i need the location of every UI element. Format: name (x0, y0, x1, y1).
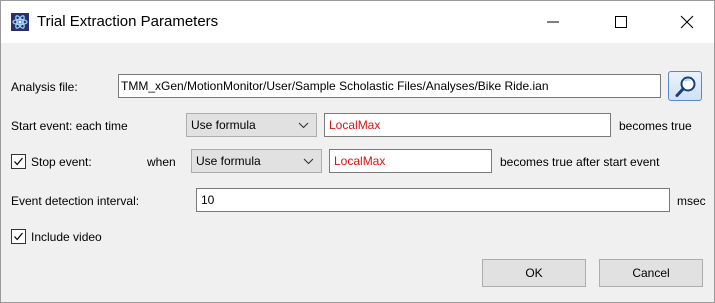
cancel-button[interactable]: Cancel (599, 259, 703, 287)
start-event-formula-input[interactable]: LocalMax (324, 113, 611, 137)
stop-event-label: Stop event: (31, 155, 92, 169)
stop-event-mode-value: Use formula (196, 154, 261, 168)
start-event-mode-value: Use formula (191, 118, 256, 132)
detection-interval-label: Event detection interval: (11, 194, 140, 208)
close-icon (680, 15, 694, 29)
checkmark-icon (14, 232, 23, 241)
title-bar[interactable]: Trial Extraction Parameters (1, 1, 714, 43)
minimize-button[interactable] (530, 1, 576, 43)
stop-event-when-label: when (147, 155, 176, 169)
analysis-file-label: Analysis file: (11, 80, 78, 94)
dialog-window: Trial Extraction Parameters Analysis fil… (0, 0, 715, 303)
stop-event-suffix-label: becomes true after start event (500, 155, 660, 169)
app-atom-icon (11, 13, 29, 31)
include-video-label: Include video (31, 230, 102, 244)
detection-interval-unit: msec (677, 194, 706, 208)
chevron-down-icon (298, 122, 309, 129)
start-event-mode-dropdown[interactable]: Use formula (186, 113, 317, 137)
maximize-icon (615, 16, 627, 28)
start-event-suffix-label: becomes true (619, 119, 692, 133)
browse-analysis-file-button[interactable] (668, 71, 702, 101)
maximize-button[interactable] (598, 1, 644, 43)
detection-interval-input[interactable]: 10 (196, 188, 670, 212)
ok-button[interactable]: OK (482, 259, 586, 287)
minimize-icon (547, 21, 559, 23)
analysis-file-input[interactable]: TMM_xGen/MotionMonitor/User/Sample Schol… (118, 74, 661, 98)
start-event-label: Start event: each time (11, 119, 128, 133)
stop-event-formula-input[interactable]: LocalMax (329, 149, 492, 173)
chevron-down-icon (303, 158, 314, 165)
close-button[interactable] (664, 1, 710, 43)
search-icon (675, 76, 696, 97)
window-title: Trial Extraction Parameters (37, 13, 219, 30)
stop-event-mode-dropdown[interactable]: Use formula (191, 149, 322, 173)
include-video-checkbox[interactable] (11, 229, 26, 244)
stop-event-checkbox[interactable] (11, 154, 26, 169)
checkmark-icon (14, 157, 23, 166)
